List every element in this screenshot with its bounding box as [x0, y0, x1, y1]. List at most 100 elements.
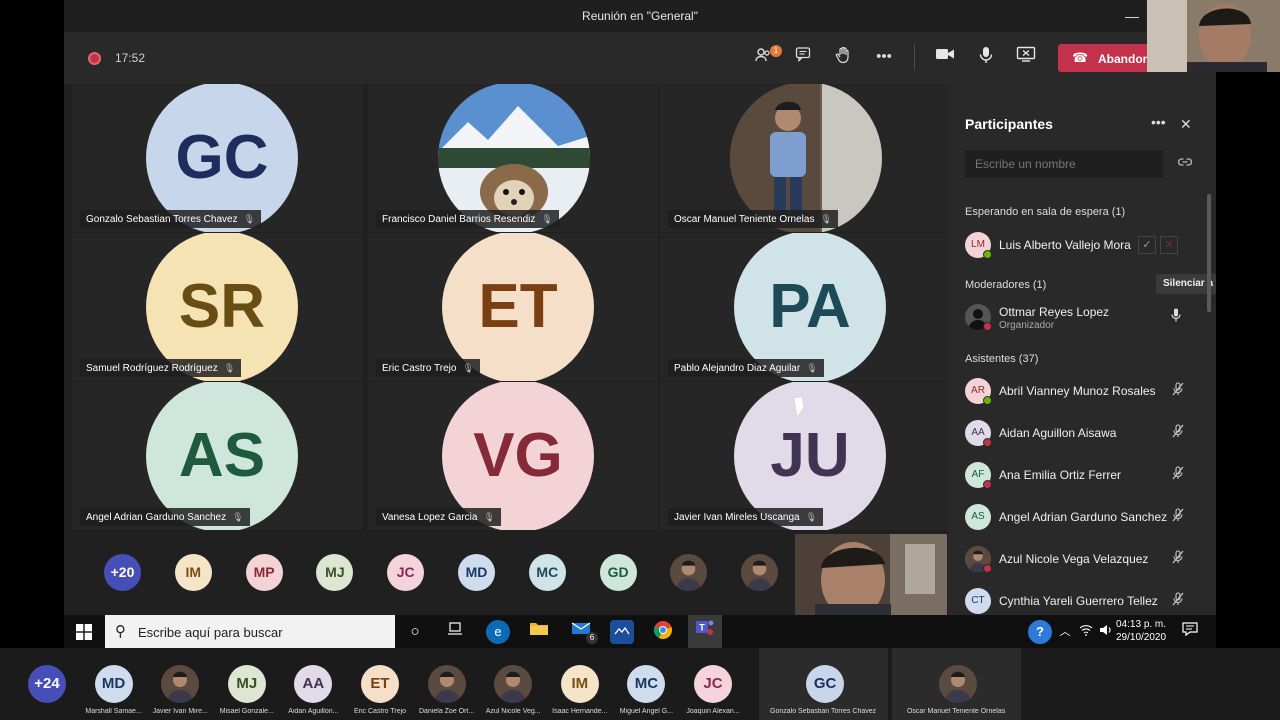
attendee-row[interactable]: AF Ana Emilia Ortiz Ferrer: [965, 460, 1197, 490]
participant-avatar[interactable]: +24: [28, 665, 66, 703]
participant-photo-avatar[interactable]: [161, 665, 200, 703]
participant-photo-avatar[interactable]: [494, 665, 533, 703]
notifications-icon[interactable]: [1178, 620, 1202, 644]
svg-text:T: T: [699, 623, 705, 633]
participant-avatar[interactable]: MC: [627, 665, 666, 703]
meeting-timer: 17:52: [115, 51, 146, 65]
search-icon: ⚲: [115, 623, 126, 640]
presence-indicator: [983, 438, 992, 447]
participant-search-input[interactable]: [965, 150, 1163, 178]
presence-indicator: [983, 322, 992, 331]
microphone-off-icon[interactable]: [1171, 550, 1185, 567]
file-explorer-icon[interactable]: [527, 620, 551, 644]
share-screen-icon[interactable]: [1015, 46, 1037, 68]
video-tile[interactable]: SR Samuel Rodríguez Rodríguez 🎙︎: [72, 233, 362, 381]
participant-avatar[interactable]: JC: [694, 665, 732, 703]
speaker-icon[interactable]: [1094, 620, 1118, 644]
taskbar-search-box[interactable]: ⚲ Escribe aquí para buscar: [105, 615, 395, 648]
microphone-off-icon[interactable]: [1171, 466, 1185, 483]
participant-name-label: Vanesa Lopez Garcia 🎙︎: [376, 508, 501, 526]
microphone-off-icon: 🎙︎: [223, 363, 236, 373]
participant-avatar[interactable]: ET: [361, 665, 399, 703]
lobby-participant-row[interactable]: LM Luis Alberto Vallejo Mora ✓ ✕: [965, 230, 1197, 260]
participant-avatar[interactable]: MC: [528, 554, 566, 591]
video-tile[interactable]: Oscar Manuel Teniente Ornelas 🎙︎: [660, 84, 950, 232]
more-actions-icon[interactable]: •••: [873, 46, 895, 68]
participant-avatar[interactable]: GC: [806, 665, 845, 703]
participant-caption: Miguel Angel G...: [619, 708, 674, 715]
participant-avatar[interactable]: MP: [245, 554, 283, 591]
self-video-preview[interactable]: [795, 534, 947, 615]
participant-photo-avatar[interactable]: [939, 665, 978, 703]
minimize-button[interactable]: —: [1120, 6, 1144, 26]
video-tile[interactable]: Francisco Daniel Barrios Resendiz 🎙︎: [368, 84, 658, 232]
cortana-icon[interactable]: ○: [403, 620, 427, 644]
participant-photo-avatar[interactable]: [670, 554, 708, 591]
attendee-row[interactable]: Azul Nicole Vega Velazquez: [965, 544, 1197, 574]
panel-close-icon[interactable]: ✕: [1180, 116, 1192, 133]
microphone-off-icon[interactable]: [1171, 424, 1185, 441]
task-view-icon[interactable]: [443, 620, 467, 644]
participant-photo-avatar[interactable]: [427, 665, 466, 703]
panel-more-options-icon[interactable]: •••: [1151, 114, 1166, 130]
windows-start-icon[interactable]: [76, 624, 92, 640]
participant-photo-avatar[interactable]: [741, 554, 779, 591]
microphone-icon[interactable]: [975, 46, 997, 68]
participant-avatar[interactable]: JC: [387, 554, 425, 591]
share-invite-link-icon[interactable]: [1177, 156, 1193, 170]
attendee-row[interactable]: CT Cynthia Yareli Guerrero Tellez: [965, 586, 1197, 615]
participant-avatar[interactable]: MJ: [227, 665, 266, 703]
microphone-off-icon[interactable]: [1171, 592, 1185, 609]
microphone-off-icon: 🎙︎: [243, 214, 256, 224]
participant-role: Organizador: [999, 320, 1055, 331]
participant-caption: Oscar Manuel Teniente Ornelas: [906, 708, 1006, 715]
participant-avatar[interactable]: MD: [94, 665, 133, 703]
moderators-section-header: Moderadores (1): [965, 279, 1047, 291]
video-tile[interactable]: PA Pablo Alejandro Diaz Aguilar 🎙︎: [660, 233, 950, 381]
participant-avatar[interactable]: GD: [599, 554, 637, 591]
video-tile[interactable]: VG Vanesa Lopez Garcia 🎙︎: [368, 382, 658, 530]
video-tile[interactable]: GC Gonzalo Sebastian Torres Chavez 🎙︎: [72, 84, 362, 232]
moderator-row[interactable]: Ottmar Reyes Lopez Organizador: [965, 302, 1197, 332]
participant-avatar[interactable]: MJ: [316, 554, 354, 591]
participant-avatar[interactable]: IM: [560, 665, 599, 703]
video-tile[interactable]: ET Eric Castro Trejo 🎙︎: [368, 233, 658, 381]
host-self-video: [1147, 0, 1280, 72]
participant-avatar[interactable]: MD: [458, 554, 495, 591]
microphone-off-icon[interactable]: [1171, 508, 1185, 525]
meeting-toolbar: 17:52 1 ••• ☎ Abandonar: [64, 32, 1216, 84]
edge-browser-icon[interactable]: e: [486, 620, 510, 644]
system-clock[interactable]: 04:13 p. m. 29/10/2020: [1116, 618, 1166, 644]
participant-name-label: Pablo Alejandro Diaz Aguilar 🎙︎: [668, 359, 824, 377]
microphone-off-icon: 🎙︎: [462, 363, 474, 373]
attendee-row[interactable]: AS Angel Adrian Garduno Sanchez: [965, 502, 1197, 532]
participant-caption: Javier Ivan Mire...: [152, 708, 208, 715]
participant-name: Ana Emilia Ortiz Ferrer: [999, 468, 1122, 482]
participant-caption: Marshall Samae...: [85, 708, 142, 715]
attendee-row[interactable]: AR Abril Vianney Munoz Rosales: [965, 376, 1197, 406]
admit-check-icon[interactable]: ✓: [1138, 236, 1156, 254]
video-tile[interactable]: AS Angel Adrian Garduno Sanchez 🎙︎: [72, 382, 362, 530]
help-icon[interactable]: ?: [1028, 620, 1052, 644]
participant-name: Oscar Manuel Teniente Ornelas: [674, 214, 815, 225]
microphone-icon[interactable]: [1171, 308, 1181, 325]
participant-name: Javier Ivan Mireles Uscanga: [674, 512, 800, 523]
chat-icon[interactable]: [792, 46, 814, 68]
deny-close-icon[interactable]: ✕: [1160, 236, 1178, 254]
participant-avatar[interactable]: AA: [294, 665, 333, 703]
participant-caption: Eric Castro Trejo: [353, 708, 407, 715]
participant-name: Azul Nicole Vega Velazquez: [999, 552, 1149, 566]
attendee-row[interactable]: AA Aidan Aguillon Aisawa: [965, 418, 1197, 448]
panel-scrollbar[interactable]: [1207, 194, 1211, 312]
raise-hand-icon[interactable]: [832, 46, 854, 68]
video-tile[interactable]: JU Javier Ivan Mireles Uscanga 🎙︎: [660, 382, 950, 530]
camera-icon[interactable]: [934, 46, 956, 68]
chrome-browser-icon[interactable]: [651, 620, 675, 644]
participant-name-label: Gonzalo Sebastian Torres Chavez 🎙︎: [80, 210, 262, 228]
teams-taskbar-icon[interactable]: T: [688, 615, 722, 648]
whiteboard-app-icon[interactable]: [610, 620, 634, 644]
participant-avatar[interactable]: IM: [174, 554, 212, 591]
participant-avatar[interactable]: +20: [104, 554, 141, 591]
microphone-off-icon[interactable]: [1171, 382, 1185, 399]
participant-name: Samuel Rodríguez Rodríguez: [86, 363, 218, 374]
